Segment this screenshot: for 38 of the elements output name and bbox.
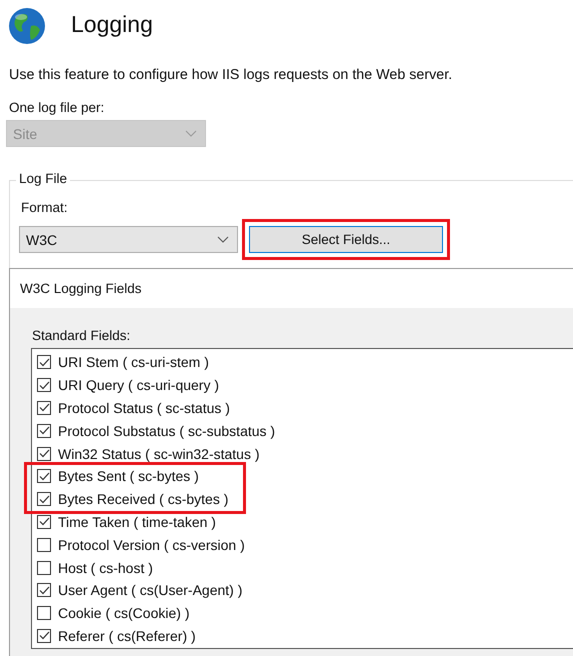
description-text: Use this feature to configure how IIS logs requests on the Web server.	[9, 67, 454, 83]
checkbox[interactable]	[37, 355, 51, 370]
field-option-label[interactable]: Bytes Sent ( sc-bytes )	[58, 468, 199, 484]
dialog-title: W3C Logging Fields	[20, 281, 142, 296]
field-option-label[interactable]: Protocol Version ( cs-version )	[58, 536, 245, 553]
globe-icon	[7, 6, 47, 46]
checkbox[interactable]	[37, 628, 51, 643]
checkbox[interactable]	[37, 606, 51, 620]
field-option-label[interactable]: Win32 Status ( sc-win32-status )	[58, 446, 260, 462]
checkbox[interactable]	[37, 538, 51, 552]
checkbox[interactable]	[37, 560, 51, 575]
field-label: Format:	[21, 200, 69, 215]
field-label: One log file per:	[9, 100, 106, 115]
checkbox[interactable]	[37, 424, 51, 438]
chevron-down-icon	[217, 236, 229, 243]
list-label: Standard Fields:	[31, 328, 132, 343]
field-option-label[interactable]: URI Query ( cs-uri-query )	[58, 377, 220, 394]
format-dropdown[interactable]: W3C	[19, 226, 238, 253]
field-option-label[interactable]: Cookie ( cs(Cookie) )	[58, 605, 190, 622]
field-option-label[interactable]: Referer ( cs(Referer) )	[58, 628, 196, 644]
field-option-label[interactable]: Host ( cs-host )	[58, 560, 153, 576]
field-option-label[interactable]: URI Stem ( cs-uri-stem )	[58, 354, 209, 370]
field-option-label[interactable]: Bytes Received ( cs-bytes )	[58, 491, 228, 508]
checkbox[interactable]	[37, 378, 51, 392]
field-option-label[interactable]: Protocol Substatus ( sc-substatus )	[58, 422, 276, 439]
page-title: Logging	[71, 10, 153, 38]
field-option-label[interactable]: Protocol Status ( sc-status )	[58, 400, 230, 416]
checkbox[interactable]	[37, 492, 51, 506]
checkbox[interactable]	[37, 400, 51, 415]
chevron-down-icon	[185, 130, 197, 137]
checkbox[interactable]	[37, 469, 51, 484]
checkbox[interactable]	[37, 446, 51, 461]
group-label: Log File	[16, 171, 70, 186]
checkbox[interactable]	[37, 514, 51, 529]
checkbox[interactable]	[37, 583, 51, 598]
select-fields-button[interactable]: Select Fields...	[249, 226, 443, 253]
field-option-label[interactable]: User Agent ( cs(User-Agent) )	[58, 582, 242, 598]
field-option-label[interactable]: Time Taken ( time-taken )	[58, 514, 216, 530]
